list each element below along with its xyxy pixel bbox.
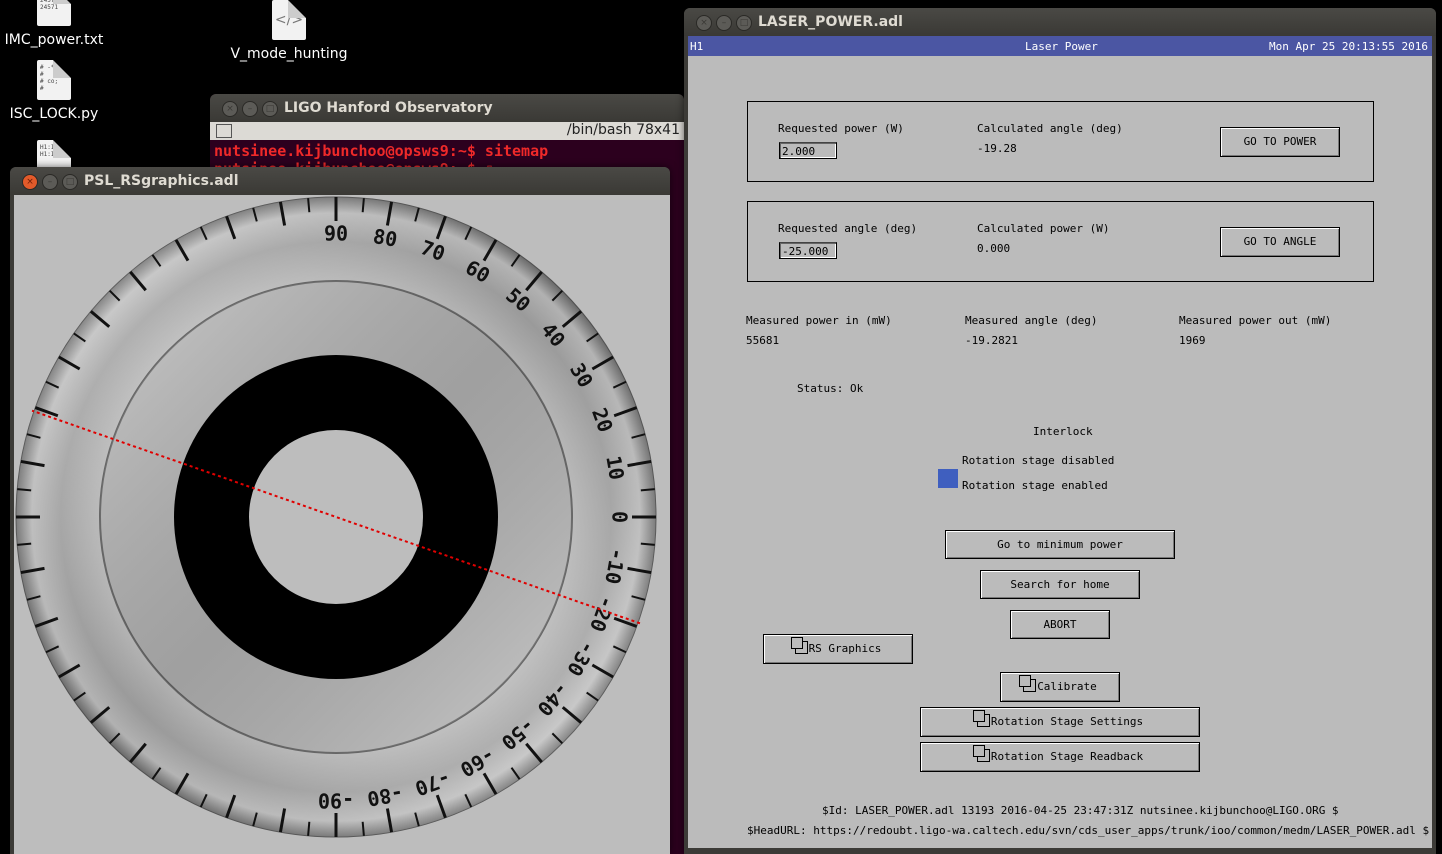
abort-button[interactable]: ABORT <box>1010 610 1110 639</box>
interlock-enabled-label: Rotation stage enabled <box>962 479 1108 492</box>
measured-power-out-value: 1969 <box>1179 334 1206 347</box>
close-icon[interactable]: × <box>222 101 238 117</box>
laser-power-title: LASER_POWER.adl <box>758 14 903 30</box>
desktop-icon-isc-lock[interactable]: # -*- # # co; # ISC_LOCK.py <box>0 60 114 122</box>
rs-graphics-title: PSL_RSgraphics.adl <box>84 173 239 189</box>
related-display-icon <box>972 745 990 762</box>
rotation-dial: 90 80 706050403020100-10-20-30-40-50-60-70… <box>15 196 657 838</box>
terminal-size-label: /bin/bash 78x41 <box>566 122 680 138</box>
rs-graphics-canvas: 90 80 70 60 50 40 30 20 10 0 -10 -20 -30 -40 -50 -60 -70… <box>14 195 670 854</box>
dial-label: 10 <box>601 454 629 482</box>
status-text: Status: Ok <box>797 382 864 395</box>
minimize-icon[interactable]: – <box>242 101 258 117</box>
rs-graphics-titlebar[interactable]: × – □ PSL_RSgraphics.adl <box>10 167 670 195</box>
dial-label: 90 <box>324 222 348 246</box>
rotation-stage-readback-label: Rotation Stage Readback <box>990 750 1144 763</box>
terminal-titlebar[interactable]: × – □ LIGO Hanford Observatory <box>210 94 684 122</box>
dial-tick <box>307 198 311 213</box>
laser-power-titlebar[interactable]: × – □ LASER_POWER.adl <box>684 8 1436 36</box>
measured-power-in-label: Measured power in (mW) <box>746 314 892 327</box>
ifo-label: H1 <box>690 40 704 53</box>
desktop-icon-v-mode-hunting[interactable]: </> V_mode_hunting <box>229 0 349 62</box>
terminal-line: nutsinee.kijbunchoo@opsws9:~$ sitemap <box>214 142 549 160</box>
rs-graphics-window[interactable]: × – □ PSL_RSgraphics.adl 90 80 70 60 50 … <box>10 167 670 854</box>
calculated-angle-label: Calculated angle (deg) <box>977 122 1123 135</box>
dial-tick <box>17 488 32 492</box>
go-to-minimum-power-button[interactable]: Go to minimum power <box>945 530 1175 559</box>
calibrate-button[interactable]: Calibrate <box>1000 672 1120 702</box>
minimize-icon[interactable]: – <box>716 15 732 31</box>
terminal-title: LIGO Hanford Observatory <box>284 100 493 116</box>
related-display-icon <box>1019 675 1037 692</box>
footer-id: $Id: LASER_POWER.adl 13193 2016-04-25 23… <box>822 804 1339 817</box>
minimize-icon[interactable]: – <box>42 174 58 190</box>
calibrate-label: Calibrate <box>1037 680 1097 693</box>
rs-graphics-label: RS Graphics <box>808 642 882 655</box>
rotation-stage-readback-button[interactable]: Rotation Stage Readback <box>920 742 1200 772</box>
rs-graphics-button[interactable]: RS Graphics <box>763 634 913 664</box>
measured-angle-label: Measured angle (deg) <box>965 314 1098 327</box>
footer-url: $HeadURL: https://redoubt.ligo-wa.caltec… <box>747 824 1430 837</box>
desktop-icon-label: IMC_power.txt <box>4 32 104 48</box>
requested-angle-box: Requested angle (deg) -25.000 Calculated… <box>747 201 1374 282</box>
code-file-icon: </> <box>272 0 306 40</box>
requested-power-box: Requested power (W) 2.000 Calculated ang… <box>747 101 1374 182</box>
terminal-tabbar: /bin/bash 78x41 <box>210 122 684 140</box>
panel-title: Laser Power <box>1025 40 1098 53</box>
go-to-power-button[interactable]: GO TO POWER <box>1220 127 1340 157</box>
interlock-enabled-indicator <box>938 469 958 488</box>
requested-angle-label: Requested angle (deg) <box>778 222 918 235</box>
desktop-icon-label: ISC_LOCK.py <box>9 106 99 122</box>
interlock-disabled-label: Rotation stage disabled <box>962 454 1115 467</box>
laser-power-window[interactable]: × – □ LASER_POWER.adl H1 Laser Power Mon… <box>684 8 1436 854</box>
header-bar: H1 Laser Power Mon Apr 25 20:13:55 2016 <box>688 36 1432 56</box>
dial-label: 80 <box>371 224 399 252</box>
dial-tick <box>640 488 655 492</box>
dial-tick <box>307 821 311 836</box>
measured-power-out-label: Measured power out (mW) <box>1179 314 1332 327</box>
related-display-icon <box>972 710 990 727</box>
requested-power-input[interactable]: 2.000 <box>779 142 837 159</box>
dial-center <box>249 430 423 604</box>
maximize-icon[interactable]: □ <box>262 101 278 117</box>
laser-power-panel: H1 Laser Power Mon Apr 25 20:13:55 2016 … <box>688 36 1432 848</box>
dial-tick <box>361 198 365 213</box>
maximize-icon[interactable]: □ <box>736 15 752 31</box>
calculated-power-label: Calculated power (W) <box>977 222 1110 235</box>
close-icon[interactable]: × <box>22 174 38 190</box>
go-to-angle-button[interactable]: GO TO ANGLE <box>1220 227 1340 257</box>
calculated-power-value: 0.000 <box>977 242 1011 255</box>
dial-tick <box>640 542 655 546</box>
calculated-angle-value: -19.28 <box>977 142 1017 155</box>
rotation-stage-settings-button[interactable]: Rotation Stage Settings <box>920 707 1200 737</box>
requested-angle-input[interactable]: -25.000 <box>779 242 837 259</box>
maximize-icon[interactable]: □ <box>62 174 78 190</box>
search-for-home-button[interactable]: Search for home <box>980 570 1140 599</box>
dial-label: -90 <box>318 789 354 813</box>
measured-angle-value: -19.2821 <box>965 334 1018 347</box>
dial-label: 0 <box>608 511 632 523</box>
related-display-icon <box>790 637 808 654</box>
python-file-icon: # -*- # # co; # <box>37 60 71 100</box>
dial-tick <box>361 821 365 836</box>
timestamp: Mon Apr 25 20:13:55 2016 <box>1269 40 1428 53</box>
desktop-icon-imc-power[interactable]: 245712457124571 IMC_power.txt <box>0 0 114 48</box>
interlock-title: Interlock <box>1033 425 1093 438</box>
measured-power-in-value: 55681 <box>746 334 780 347</box>
desktop-icon-label: V_mode_hunting <box>230 46 348 62</box>
dial-tick <box>17 542 32 546</box>
rotation-stage-settings-label: Rotation Stage Settings <box>990 715 1144 728</box>
close-icon[interactable]: × <box>696 15 712 31</box>
text-file-icon: 245712457124571 <box>37 0 71 26</box>
terminal-tab-icon[interactable] <box>216 124 232 138</box>
requested-power-label: Requested power (W) <box>778 122 904 135</box>
